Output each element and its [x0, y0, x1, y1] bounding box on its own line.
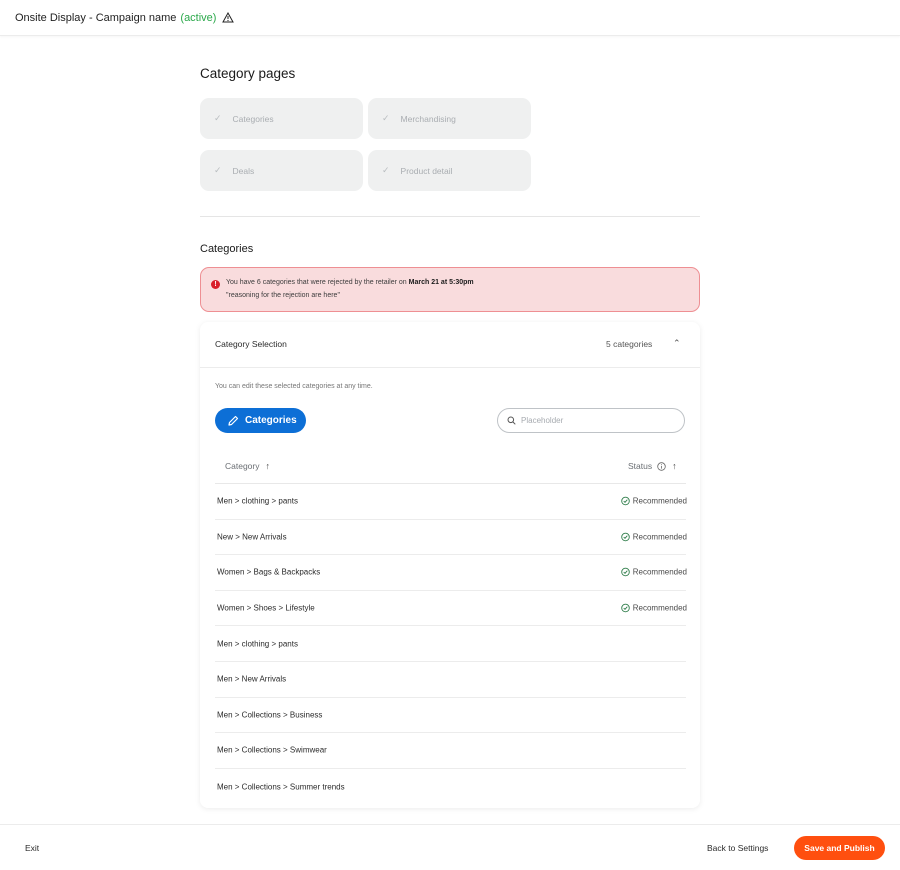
table-row[interactable]: Men > New Arrivals [215, 662, 686, 698]
chevron-up-icon[interactable]: ⌃ [673, 338, 681, 349]
campaign-status: (active) [180, 11, 217, 24]
warning-triangle-icon[interactable] [222, 12, 235, 23]
table-row[interactable]: Men > Collections > Business [215, 698, 686, 734]
exit-button[interactable]: Exit [25, 843, 39, 853]
column-label: Category [225, 461, 260, 471]
check-circle-icon [621, 603, 630, 613]
status-text: Recommended [632, 567, 687, 577]
footer-bar: Exit Back to Settings Save and Publish [0, 824, 900, 870]
check-icon: ✓ [382, 165, 390, 175]
category-path: Men > Collections > Swimwear [217, 745, 327, 755]
pill-label: Product detail [400, 165, 453, 176]
check-icon: ✓ [382, 113, 390, 123]
table-row[interactable]: New > New Arrivals Recommended [215, 520, 687, 556]
status-text: Recommended [632, 496, 687, 506]
table-row[interactable]: Men > clothing > pants Recommended [215, 484, 687, 520]
status-text: Recommended [632, 603, 687, 613]
category-path: Men > Collections > Summer trends [217, 782, 345, 792]
edit-categories-button[interactable]: Categories [215, 408, 306, 433]
category-path: Women > Shoes > Lifestyle [217, 603, 315, 613]
table-row[interactable]: Men > Collections > Summer trends [215, 769, 686, 805]
check-circle-icon [621, 568, 630, 577]
category-search[interactable] [497, 408, 685, 433]
check-icon: ✓ [214, 165, 222, 175]
status-badge: Recommended [621, 568, 687, 577]
table-row[interactable]: Women > Shoes > Lifestyle Recommended [215, 591, 687, 627]
category-path: Men > clothing > pants [217, 496, 298, 506]
category-path: Men > New Arrivals [217, 674, 287, 684]
status-badge: Recommended [621, 604, 687, 613]
column-header-category[interactable]: Category ↑ [225, 461, 270, 471]
column-label: Status [628, 461, 653, 471]
categories-heading: Categories [200, 243, 254, 255]
category-pages-title: Category pages [200, 66, 296, 81]
table-row[interactable]: Men > clothing > pants [215, 626, 686, 662]
pill-label: Merchandising [400, 113, 456, 124]
alert-message: You have 6 categories that were rejected… [226, 279, 474, 286]
status-text: Recommended [632, 532, 687, 542]
section-divider [200, 216, 700, 217]
sort-arrow-up-icon[interactable]: ↑ [266, 461, 271, 471]
category-path: Men > clothing > pants [217, 639, 298, 649]
campaign-title: Onsite Display - Campaign name [15, 11, 177, 24]
category-count: 5 categories [606, 339, 653, 349]
pencil-icon [227, 415, 239, 427]
category-path: Men > Collections > Business [217, 710, 323, 720]
back-to-settings-button[interactable]: Back to Settings [707, 843, 768, 853]
card-title: Category Selection [215, 339, 287, 349]
page-type-categories[interactable]: ✓ Categories [200, 98, 363, 139]
category-selection-card: Category Selection 5 categories ⌃ You ca… [200, 322, 700, 808]
page-type-merchandising[interactable]: ✓ Merchandising [368, 98, 531, 139]
page-type-product-detail[interactable]: ✓ Product detail [368, 150, 531, 191]
table-row[interactable]: Men > Collections > Swimwear [215, 733, 686, 769]
check-circle-icon [621, 497, 630, 506]
info-icon[interactable] [657, 461, 666, 471]
error-icon: ! [211, 280, 220, 289]
category-path: Women > Bags & Backpacks [217, 567, 321, 577]
table-row[interactable]: Women > Bags & Backpacks Recommended [215, 555, 687, 591]
pill-label: Deals [232, 165, 255, 176]
alert-date: March 21 at 5:30pm [408, 279, 474, 286]
card-header[interactable]: Category Selection 5 categories ⌃ [200, 322, 700, 368]
sort-arrow-up-icon[interactable]: ↑ [672, 461, 677, 471]
category-table: Men > clothing > pants Recommended New > N… [215, 484, 687, 805]
help-text: You can edit these selected categories a… [215, 383, 373, 390]
status-badge: Recommended [621, 532, 687, 541]
check-icon: ✓ [214, 113, 222, 123]
search-icon [507, 416, 516, 425]
pill-label: Categories [232, 113, 274, 124]
edit-button-label: Categories [245, 415, 297, 426]
rejection-alert: ! You have 6 categories that were reject… [200, 267, 700, 312]
alert-reason: "reasoning for the rejection are here" [226, 292, 340, 299]
search-input[interactable] [521, 416, 671, 425]
column-header-status[interactable]: Status ↑ [628, 461, 677, 471]
category-path: New > New Arrivals [217, 532, 287, 542]
save-and-publish-button[interactable]: Save and Publish [794, 836, 885, 860]
top-bar: Onsite Display - Campaign name (active) [0, 0, 900, 36]
check-circle-icon [621, 532, 630, 542]
status-badge: Recommended [621, 497, 687, 506]
page-type-deals[interactable]: ✓ Deals [200, 150, 363, 191]
